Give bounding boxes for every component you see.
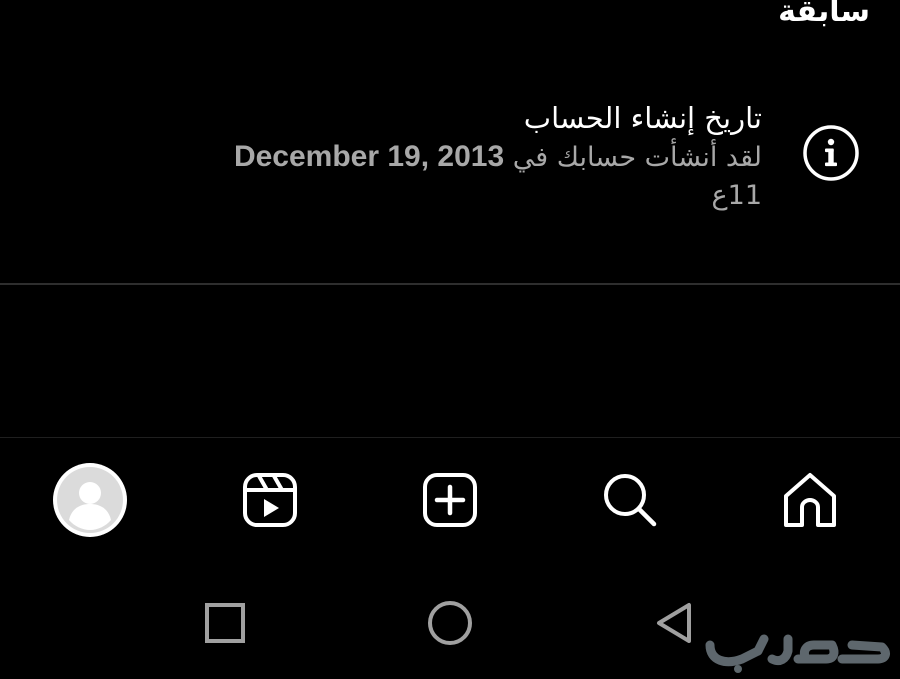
account-created-date: December 19, 2013: [233, 140, 505, 173]
home-icon[interactable]: [770, 460, 850, 540]
time-ago: 11ع: [711, 180, 762, 211]
search-icon[interactable]: [590, 460, 670, 540]
haraj-watermark-logo: [702, 615, 892, 675]
account-created-row: تاريخ إنشاء الحساب لقد أنشأت حسابك في De…: [0, 90, 900, 250]
description-prefix: لقد أنشأت حسابك في: [512, 142, 762, 173]
bottom-navigation: [0, 440, 900, 560]
account-created-title: تاريخ إنشاء الحساب: [523, 101, 762, 135]
back-triangle-icon[interactable]: [645, 593, 705, 653]
account-created-description: لقد أنشأت حسابك في December 19, 2013: [142, 138, 762, 177]
reels-icon[interactable]: [230, 460, 310, 540]
home-circle-icon[interactable]: [420, 593, 480, 653]
info-icon: [802, 124, 860, 182]
account-created-text: تاريخ إنشاء الحساب لقد أنشأت حسابك في De…: [142, 98, 762, 215]
profile-avatar[interactable]: [50, 460, 130, 540]
create-post-icon[interactable]: [410, 460, 490, 540]
nav-divider: [0, 437, 900, 438]
recent-apps-square-icon[interactable]: [195, 593, 255, 653]
section-heading-partial: سابقة: [778, 0, 870, 29]
divider: [0, 283, 900, 285]
